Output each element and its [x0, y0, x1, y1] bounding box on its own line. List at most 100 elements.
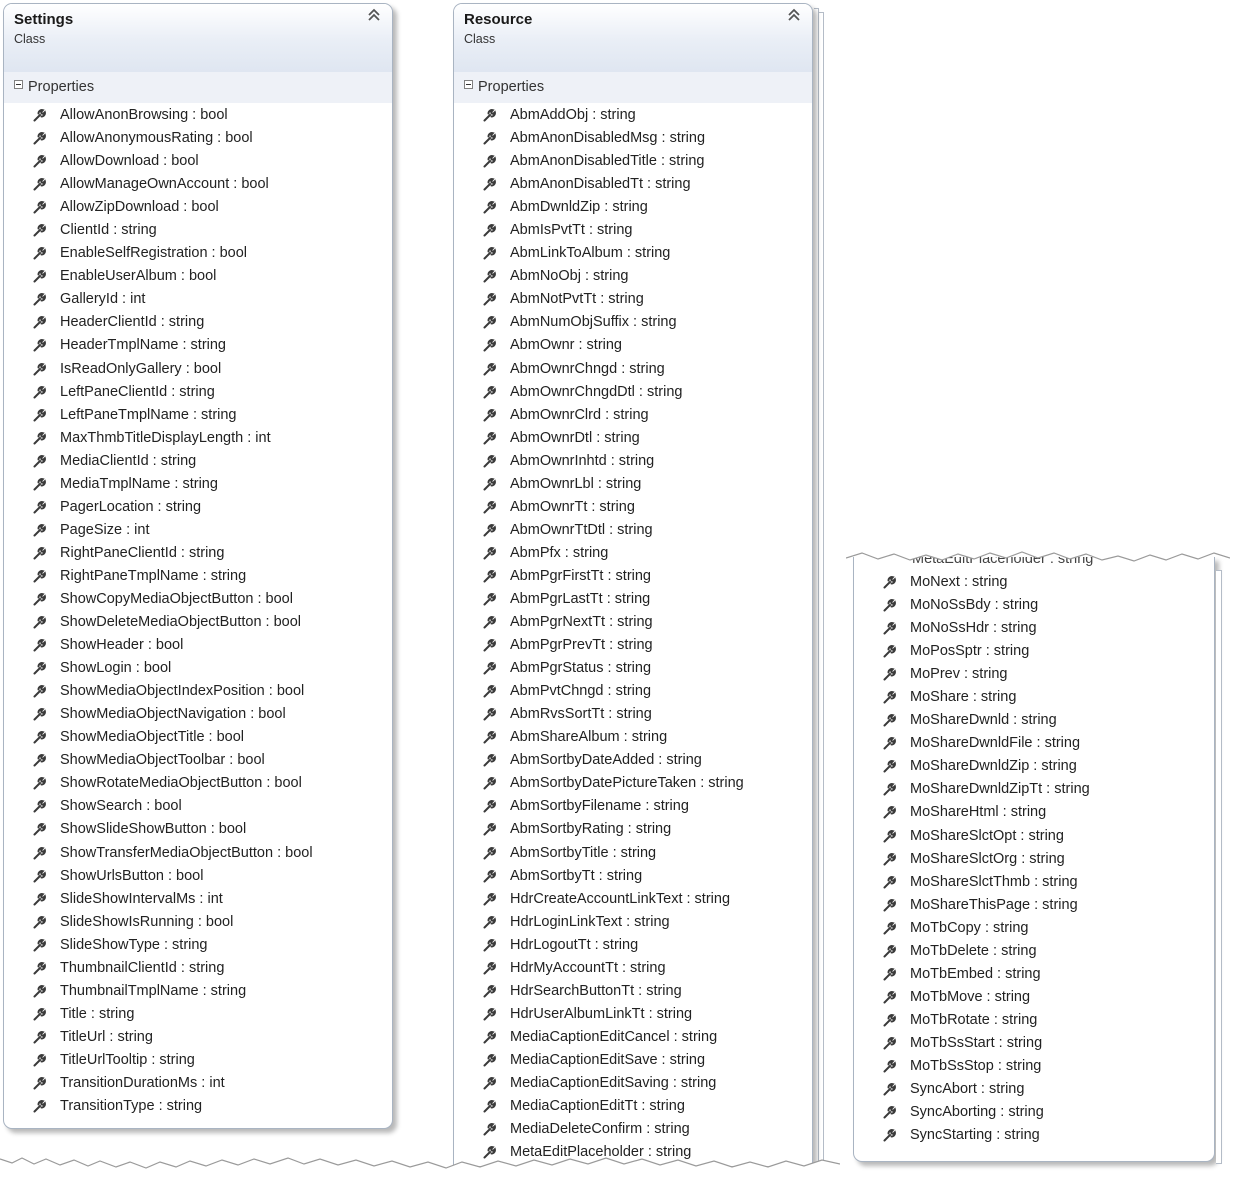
property-label: AbmAddObj : string: [510, 107, 636, 123]
property-label: HdrUserAlbumLinkTt : string: [510, 1005, 693, 1022]
property-label: ShowMediaObjectToolbar : bool: [60, 752, 265, 769]
wrench-icon: [483, 132, 496, 145]
wrench-icon: [883, 576, 896, 589]
wrench-icon: [33, 754, 46, 767]
property-label: AbmOwnrTtDtl : string: [510, 521, 653, 538]
wrench-icon: [883, 599, 896, 612]
resource-class-box[interactable]: Resource Class Properties AbmAddObj : st…: [453, 3, 813, 1166]
resource-continued-box[interactable]: MetaEditPlaceholder : string MoNext : st…: [853, 557, 1215, 1162]
wrench-icon: [33, 385, 46, 399]
wrench-icon: [33, 201, 46, 214]
wrench-icon: [483, 915, 496, 929]
wrench-icon: [883, 1106, 896, 1119]
wrench-icon: [33, 1100, 46, 1113]
wrench-icon: [483, 247, 496, 260]
property-label: ShowUrlsButton : bool: [60, 867, 204, 884]
page-stack-edge: [1216, 570, 1222, 1164]
property-label: MoNext : string: [910, 574, 1008, 590]
wrench-icon: [483, 662, 496, 675]
collapse-icon[interactable]: [367, 8, 381, 25]
wrench-icon: [883, 921, 896, 935]
wrench-icon: [33, 408, 46, 422]
property-label: MoShare : string: [910, 689, 1017, 706]
wrench-icon: [33, 523, 46, 537]
wrench-icon: [883, 1083, 896, 1096]
property-label: AbmOwnrChngdDtl : string: [510, 383, 683, 400]
property-label: AbmSortbyFilename : string: [510, 798, 689, 815]
wrench-icon: [33, 339, 46, 352]
wrench-icon: [883, 760, 896, 773]
wrench-icon: [33, 662, 46, 675]
resource-class-header[interactable]: Resource Class: [454, 4, 812, 72]
torn-paper-edge: [0, 1157, 840, 1179]
wrench-icon: [33, 593, 46, 606]
wrench-icon: [33, 1007, 46, 1021]
wrench-icon: [883, 1037, 896, 1050]
property-label: SlideShowIsRunning : bool: [60, 913, 234, 930]
property-label: ShowDeleteMediaObjectButton : bool: [60, 614, 302, 631]
property-label: MediaCaptionEditSave : string: [510, 1051, 706, 1068]
wrench-icon: [33, 1030, 46, 1044]
torn-paper-edge: [846, 544, 1230, 562]
wrench-icon: [883, 875, 896, 889]
wrench-icon: [483, 685, 496, 698]
property-label: AbmAnonDisabledTt : string: [510, 176, 691, 193]
property-label: MoShareDwnldZipTt : string: [910, 781, 1090, 798]
property-label: HdrSearchButtonTt : string: [510, 982, 682, 999]
wrench-icon: [33, 938, 46, 952]
property-label: HdrLoginLinkText : string: [510, 913, 670, 930]
wrench-icon: [483, 224, 496, 237]
property-label: PageSize : int: [60, 521, 150, 538]
wrench-icon: [33, 132, 46, 145]
wrench-icon: [483, 639, 496, 652]
property-label: MoShareSlctThmb : string: [910, 873, 1078, 890]
property-label: MoShareThisPage : string: [910, 896, 1078, 913]
wrench-icon: [33, 293, 46, 306]
property-label: TitleUrlTooltip : string: [60, 1051, 195, 1068]
wrench-icon: [483, 316, 496, 329]
property-label: AbmAnonDisabledTitle : string: [510, 153, 705, 170]
class-kind: Class: [14, 32, 46, 46]
property-label: ShowRotateMediaObjectButton : bool: [60, 775, 302, 792]
settings-class-header[interactable]: Settings Class: [4, 4, 392, 72]
wrench-icon: [483, 109, 496, 122]
property-label: AbmSortbyDatePictureTaken : string: [510, 775, 744, 792]
properties-section-header[interactable]: Properties: [454, 72, 812, 103]
property-label: ThumbnailClientId : string: [60, 959, 225, 976]
wrench-icon: [483, 178, 496, 191]
wrench-icon: [883, 829, 896, 843]
property-label: AllowDownload : bool: [60, 153, 199, 170]
wrench-icon: [33, 846, 46, 859]
wrench-icon: [483, 477, 496, 491]
wrench-icon: [483, 155, 496, 168]
wrench-icon: [883, 691, 896, 704]
wrench-icon: [483, 1100, 496, 1113]
wrench-icon: [483, 431, 496, 445]
wrench-icon: [883, 1129, 896, 1142]
wrench-icon: [33, 224, 46, 237]
wrench-icon: [883, 990, 896, 1004]
properties-section-header[interactable]: Properties: [4, 72, 392, 103]
collapse-minus-icon[interactable]: [14, 80, 23, 89]
property-label: AbmShareAlbum : string: [510, 729, 668, 746]
wrench-icon: [33, 477, 46, 491]
property-label: MoTbSsStart : string: [910, 1034, 1043, 1051]
wrench-icon: [483, 984, 496, 998]
property-label: MoTbEmbed : string: [910, 965, 1041, 982]
property-label: IsReadOnlyGallery : bool: [60, 360, 222, 377]
wrench-icon: [33, 454, 46, 468]
settings-class-box[interactable]: Settings Class Properties AllowAnonBrows…: [3, 3, 393, 1129]
property-label: ShowMediaObjectNavigation : bool: [60, 706, 286, 723]
property-label: HdrLogoutTt : string: [510, 936, 639, 953]
property-label: AbmOwnrChngd : string: [510, 360, 665, 377]
wrench-icon: [483, 938, 496, 952]
property-label: AbmNotPvtTt : string: [510, 291, 644, 308]
wrench-icon: [883, 967, 896, 981]
property-label: EnableSelfRegistration : bool: [60, 245, 248, 262]
wrench-icon: [33, 915, 46, 929]
wrench-icon: [33, 178, 46, 191]
collapse-minus-icon[interactable]: [464, 80, 473, 89]
property-label: MoTbCopy : string: [910, 919, 1029, 936]
wrench-icon: [883, 783, 896, 796]
collapse-icon[interactable]: [787, 8, 801, 25]
